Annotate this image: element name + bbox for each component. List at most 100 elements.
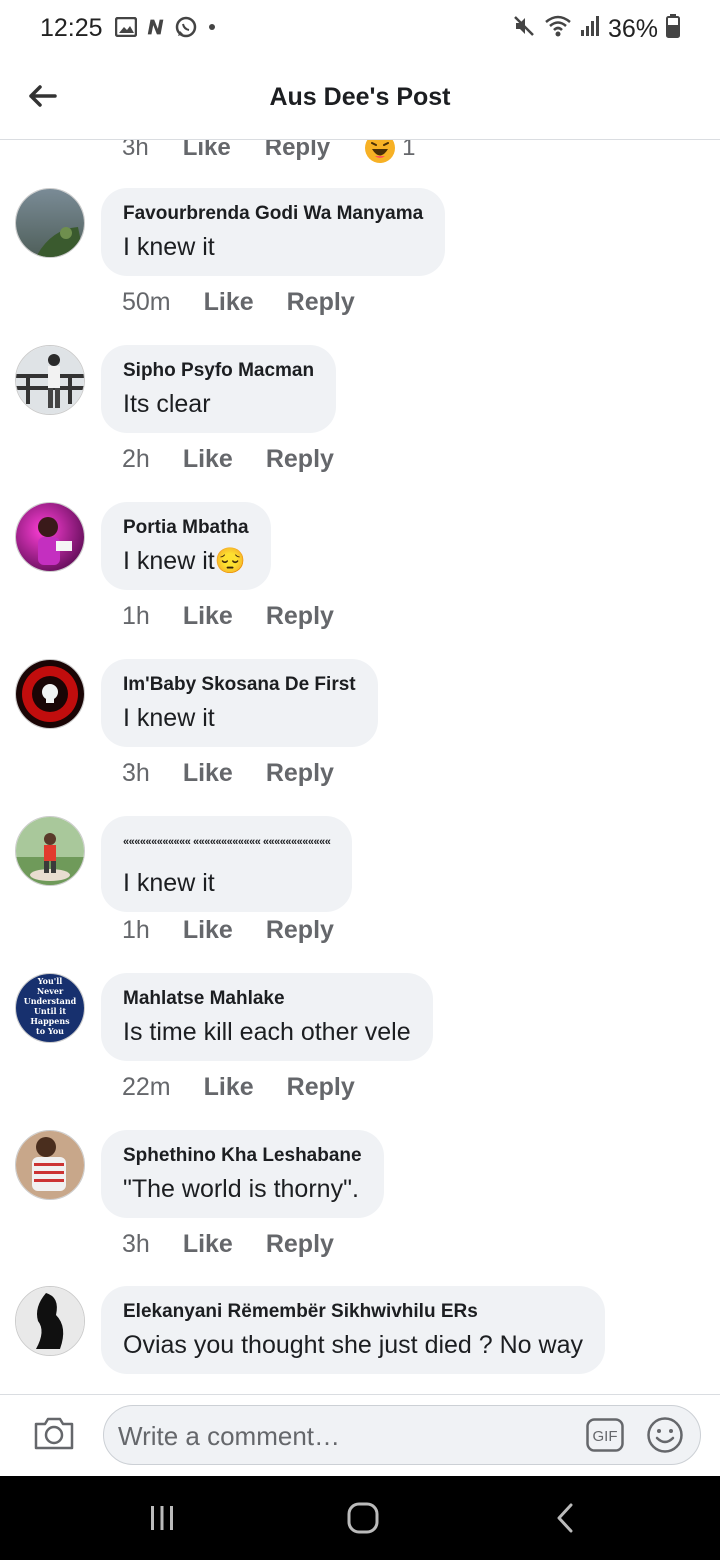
comment-input[interactable]	[116, 1406, 570, 1466]
emoji-button[interactable]	[646, 1416, 684, 1454]
avatar[interactable]	[15, 1130, 85, 1200]
comment-bubble[interactable]: Mahlatse Mahlake Is time kill each other…	[101, 973, 433, 1061]
header: Aus Dee's Post	[0, 60, 720, 140]
comment-author[interactable]: Mahlatse Mahlake	[123, 987, 411, 1011]
gallery-icon	[115, 16, 137, 38]
reply-button[interactable]: Reply	[266, 445, 334, 474]
haha-reaction-icon	[365, 140, 396, 163]
page-title: Aus Dee's Post	[269, 83, 451, 111]
reply-button[interactable]: Reply	[266, 916, 334, 945]
comment-time: 3h	[122, 759, 150, 787]
avatar[interactable]: You'll Never Understand Until it Happens…	[15, 973, 85, 1043]
status-time: 12:25	[40, 14, 103, 42]
like-button[interactable]: Like	[204, 288, 254, 317]
avatar[interactable]	[15, 816, 85, 886]
avatar[interactable]	[15, 659, 85, 729]
svg-text:Happens: Happens	[30, 1016, 70, 1026]
reaction-count: 1	[402, 140, 416, 161]
like-button[interactable]: Like	[183, 1230, 233, 1259]
reply-button[interactable]: Reply	[287, 1073, 355, 1102]
notification-icons	[115, 16, 215, 38]
comment-author[interactable]: Sphethino Kha Leshabane	[123, 1144, 362, 1168]
camera-icon	[34, 1417, 74, 1450]
system-nav-bar	[0, 1476, 720, 1560]
like-button[interactable]: Like	[183, 602, 233, 631]
comment-bubble[interactable]: Portia Mbatha I knew it😔	[101, 502, 271, 590]
reply-button[interactable]: Reply	[287, 288, 355, 317]
signal-icon	[580, 15, 600, 44]
comment-item: Portia Mbatha I knew it😔 1h Like Reply	[0, 502, 720, 659]
comment-item: Favourbrenda Godi Wa Manyama I knew it 5…	[0, 188, 720, 345]
comments-list[interactable]: 3h Like Reply 1 Favourbrenda Godi Wa Man…	[0, 140, 720, 1393]
comment-author[interactable]: Sipho Psyfo Macman	[123, 359, 314, 383]
comment-bubble[interactable]: Elekanyani Rëmembër Sikhwivhilu ERs Ovia…	[101, 1286, 605, 1374]
comment-text: Ovias you thought she just died ? No way	[123, 1331, 583, 1359]
comment-bubble[interactable]: Sipho Psyfo Macman Its clear	[101, 345, 337, 433]
back-nav-button[interactable]	[543, 1496, 587, 1540]
comment-item: Sphethino Kha Leshabane "The world is th…	[0, 1130, 720, 1287]
avatar[interactable]	[15, 345, 85, 415]
comment-author[interactable]: Favourbrenda Godi Wa Manyama	[123, 202, 423, 226]
mute-icon	[512, 14, 536, 45]
svg-text:You'll: You'll	[37, 976, 63, 986]
comment-actions: 1h Like Reply	[122, 916, 367, 945]
comment-text: I knew it	[123, 233, 215, 261]
comment-actions: 22m Like Reply	[122, 1073, 388, 1102]
comment-compose-bar: GIF	[0, 1394, 720, 1477]
comment-bubble[interactable]: Favourbrenda Godi Wa Manyama I knew it	[101, 188, 446, 276]
like-button[interactable]: Like	[183, 140, 231, 162]
comment-time: 22m	[122, 1073, 171, 1101]
gif-label: GIF	[593, 1428, 618, 1445]
like-button[interactable]: Like	[183, 445, 233, 474]
status-right: 36%	[512, 14, 680, 45]
home-button[interactable]	[341, 1496, 385, 1540]
like-button[interactable]: Like	[183, 916, 233, 945]
comment-author[interactable]: Im'Baby Skosana De First	[123, 673, 356, 697]
avatar[interactable]	[15, 502, 85, 572]
comment-time: 1h	[122, 602, 150, 630]
like-button[interactable]: Like	[183, 759, 233, 788]
comment-author[interactable]: «««««««««««« «««««««««««« ««««««««««««	[123, 830, 331, 854]
notification-dot	[209, 24, 215, 30]
camera-button[interactable]	[33, 1415, 75, 1451]
comment-author[interactable]: Portia Mbatha	[123, 516, 249, 540]
comment-actions: 3h Like Reply	[122, 759, 367, 788]
comment-bubble[interactable]: Im'Baby Skosana De First I knew it	[101, 659, 378, 747]
comment-text: "The world is thorny".	[123, 1175, 359, 1203]
comment-author[interactable]: Elekanyani Rëmembër Sikhwivhilu ERs	[123, 1300, 583, 1324]
recent-apps-icon	[151, 1506, 173, 1530]
reply-button[interactable]: Reply	[266, 1230, 334, 1259]
status-bar: 12:25 36%	[0, 0, 720, 60]
back-nav-icon	[557, 1503, 573, 1533]
comment-text: Its clear	[123, 390, 211, 418]
comment-item: You'll Never Understand Until it Happens…	[0, 973, 720, 1130]
comment-actions: 3h Like Reply	[122, 1230, 367, 1259]
svg-text:Until it: Until it	[34, 1006, 66, 1016]
comment-time: 2h	[122, 445, 150, 473]
avatar[interactable]	[15, 188, 85, 258]
comment-time: 3h	[122, 1230, 150, 1258]
comment-time: 3h	[122, 140, 149, 161]
reply-button[interactable]: Reply	[265, 140, 330, 162]
comment-item: Im'Baby Skosana De First I knew it 3h Li…	[0, 659, 720, 816]
reaction-summary[interactable]: 1	[364, 140, 449, 164]
svg-text:to You: to You	[36, 1026, 64, 1036]
comment-item: «««««««««««« «««««««««««« «««««««««««« I…	[0, 816, 720, 973]
svg-text:Never: Never	[37, 986, 64, 996]
comment-text: I knew it	[123, 869, 215, 897]
comment-bubble[interactable]: Sphethino Kha Leshabane "The world is th…	[101, 1130, 384, 1218]
comment-input-box[interactable]: GIF	[103, 1405, 701, 1466]
comment-actions: 2h Like Reply	[122, 445, 367, 474]
gif-button[interactable]: GIF	[586, 1418, 624, 1452]
reply-button[interactable]: Reply	[266, 759, 334, 788]
reply-button[interactable]: Reply	[266, 602, 334, 631]
recent-apps-button[interactable]	[140, 1496, 184, 1540]
like-button[interactable]: Like	[204, 1073, 254, 1102]
battery-percent: 36%	[607, 15, 658, 43]
comment-bubble[interactable]: «««««««««««« «««««««««««« «««««««««««« I…	[101, 816, 353, 912]
avatar[interactable]	[15, 1286, 85, 1356]
comment-item: Elekanyani Rëmembër Sikhwivhilu ERs Ovia…	[0, 1286, 720, 1393]
whatsapp-icon	[175, 16, 197, 38]
emoji-icon	[647, 1417, 683, 1453]
comment-time: 50m	[122, 288, 171, 316]
